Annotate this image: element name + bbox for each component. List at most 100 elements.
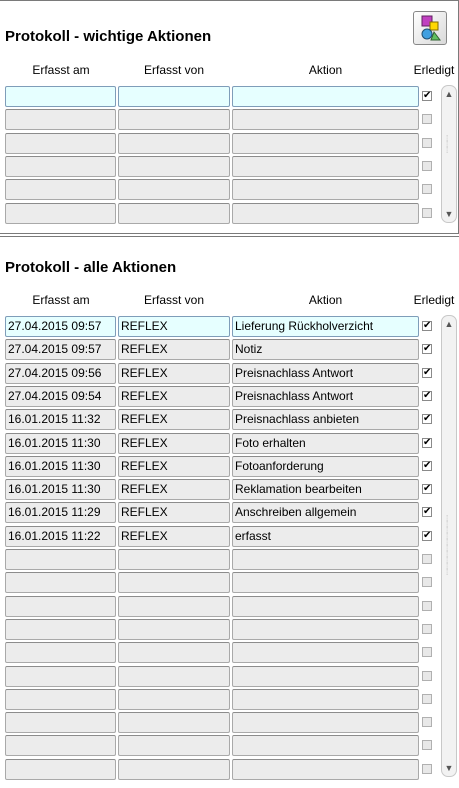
checkbox-erledigt[interactable]: ✔ xyxy=(422,460,432,471)
cell-aktion[interactable] xyxy=(232,665,419,687)
cell-erfasst-von[interactable] xyxy=(118,642,230,664)
checkbox-erledigt[interactable] xyxy=(422,577,432,588)
cell-erfasst-von[interactable] xyxy=(118,735,230,757)
cell-aktion[interactable] xyxy=(232,688,419,710)
cell-erfasst-von[interactable]: REFLEX xyxy=(118,455,230,477)
checkbox-erledigt[interactable]: ✔ xyxy=(422,91,432,101)
cell-erfasst-am[interactable]: 16.01.2015 11:30 xyxy=(5,455,116,477)
checkbox-erledigt[interactable] xyxy=(422,763,432,774)
checkbox-erledigt[interactable] xyxy=(422,184,432,195)
cell-aktion[interactable] xyxy=(232,642,419,664)
cell-aktion[interactable] xyxy=(232,109,419,131)
scroll-up-icon[interactable]: ▲ xyxy=(443,87,455,101)
checkbox-erledigt[interactable] xyxy=(422,623,432,634)
cell-aktion[interactable]: Lieferung Rückholverzicht xyxy=(232,316,419,337)
scrollbar[interactable]: ▲ ⁞ ⁞ ⁞ ▼ xyxy=(441,85,457,223)
checkbox-erledigt[interactable]: ✔ xyxy=(422,321,432,331)
cell-erfasst-am[interactable]: 16.01.2015 11:22 xyxy=(5,525,116,547)
checkbox-erledigt[interactable] xyxy=(422,693,432,704)
cell-erfasst-am[interactable] xyxy=(5,132,116,154)
cell-erfasst-von[interactable] xyxy=(118,595,230,617)
cell-erfasst-am[interactable]: 16.01.2015 11:30 xyxy=(5,479,116,501)
cell-erfasst-von[interactable] xyxy=(118,618,230,640)
cell-erfasst-von[interactable]: REFLEX xyxy=(118,502,230,524)
app-logo-icon[interactable] xyxy=(413,11,447,45)
cell-aktion[interactable] xyxy=(232,735,419,757)
cell-erfasst-am[interactable] xyxy=(5,642,116,664)
cell-aktion[interactable]: Notiz xyxy=(232,339,419,361)
checkbox-erledigt[interactable] xyxy=(422,554,432,564)
cell-aktion[interactable]: Foto erhalten xyxy=(232,432,419,454)
cell-aktion[interactable] xyxy=(232,712,419,734)
cell-erfasst-von[interactable] xyxy=(118,665,230,687)
cell-erfasst-am[interactable] xyxy=(5,665,116,687)
cell-erfasst-von[interactable] xyxy=(118,86,230,107)
cell-erfasst-am[interactable] xyxy=(5,155,116,177)
cell-erfasst-am[interactable]: 16.01.2015 11:29 xyxy=(5,502,116,524)
cell-erfasst-von[interactable] xyxy=(118,688,230,710)
cell-aktion[interactable]: erfasst xyxy=(232,525,419,547)
checkbox-erledigt[interactable] xyxy=(422,160,432,171)
cell-aktion[interactable] xyxy=(232,86,419,107)
cell-erfasst-am[interactable]: 27.04.2015 09:57 xyxy=(5,316,116,337)
checkbox-erledigt[interactable]: ✔ xyxy=(422,414,432,425)
cell-erfasst-von[interactable] xyxy=(118,202,230,224)
cell-aktion[interactable] xyxy=(232,155,419,177)
cell-aktion[interactable] xyxy=(232,595,419,617)
cell-erfasst-am[interactable] xyxy=(5,688,116,710)
checkbox-erledigt[interactable]: ✔ xyxy=(422,437,432,448)
cell-erfasst-am[interactable] xyxy=(5,109,116,131)
cell-erfasst-von[interactable] xyxy=(118,758,230,780)
cell-erfasst-am[interactable]: 27.04.2015 09:56 xyxy=(5,362,116,384)
cell-erfasst-von[interactable] xyxy=(118,572,230,594)
cell-erfasst-am[interactable] xyxy=(5,549,116,570)
cell-erfasst-von[interactable] xyxy=(118,109,230,131)
cell-aktion[interactable]: Preisnachlass anbieten xyxy=(232,409,419,431)
checkbox-erledigt[interactable] xyxy=(422,717,432,728)
checkbox-erledigt[interactable]: ✔ xyxy=(422,530,432,541)
cell-erfasst-am[interactable]: 16.01.2015 11:32 xyxy=(5,409,116,431)
scroll-down-icon[interactable]: ▼ xyxy=(443,207,455,221)
checkbox-erledigt[interactable] xyxy=(422,600,432,611)
checkbox-erledigt[interactable]: ✔ xyxy=(422,484,432,495)
checkbox-erledigt[interactable] xyxy=(422,670,432,681)
cell-erfasst-von[interactable]: REFLEX xyxy=(118,525,230,547)
cell-erfasst-am[interactable]: 27.04.2015 09:54 xyxy=(5,385,116,407)
cell-erfasst-von[interactable] xyxy=(118,179,230,201)
cell-erfasst-am[interactable]: 16.01.2015 11:30 xyxy=(5,432,116,454)
cell-erfasst-von[interactable]: REFLEX xyxy=(118,385,230,407)
checkbox-erledigt[interactable]: ✔ xyxy=(422,344,432,355)
cell-aktion[interactable] xyxy=(232,549,419,570)
cell-aktion[interactable] xyxy=(232,202,419,224)
checkbox-erledigt[interactable] xyxy=(422,207,432,218)
cell-aktion[interactable]: Preisnachlass Antwort xyxy=(232,362,419,384)
checkbox-erledigt[interactable] xyxy=(422,137,432,148)
cell-aktion[interactable] xyxy=(232,179,419,201)
cell-aktion[interactable] xyxy=(232,618,419,640)
cell-erfasst-von[interactable]: REFLEX xyxy=(118,409,230,431)
cell-erfasst-von[interactable] xyxy=(118,132,230,154)
cell-erfasst-von[interactable]: REFLEX xyxy=(118,432,230,454)
checkbox-erledigt[interactable] xyxy=(422,647,432,658)
cell-aktion[interactable]: Reklamation bearbeiten xyxy=(232,479,419,501)
cell-erfasst-am[interactable]: 27.04.2015 09:57 xyxy=(5,339,116,361)
cell-aktion[interactable] xyxy=(232,132,419,154)
cell-erfasst-von[interactable] xyxy=(118,712,230,734)
checkbox-erledigt[interactable] xyxy=(422,114,432,125)
cell-erfasst-am[interactable] xyxy=(5,595,116,617)
checkbox-erledigt[interactable]: ✔ xyxy=(422,507,432,518)
cell-erfasst-von[interactable]: REFLEX xyxy=(118,339,230,361)
cell-erfasst-von[interactable] xyxy=(118,549,230,570)
cell-erfasst-von[interactable]: REFLEX xyxy=(118,316,230,337)
cell-aktion[interactable]: Anschreiben allgemein xyxy=(232,502,419,524)
cell-erfasst-am[interactable] xyxy=(5,86,116,107)
cell-aktion[interactable]: Fotoanforderung xyxy=(232,455,419,477)
cell-erfasst-am[interactable] xyxy=(5,618,116,640)
cell-erfasst-am[interactable] xyxy=(5,202,116,224)
checkbox-erledigt[interactable]: ✔ xyxy=(422,367,432,378)
checkbox-erledigt[interactable]: ✔ xyxy=(422,390,432,401)
cell-aktion[interactable] xyxy=(232,758,419,780)
cell-aktion[interactable]: Preisnachlass Antwort xyxy=(232,385,419,407)
scroll-down-icon[interactable]: ▼ xyxy=(443,761,455,775)
cell-erfasst-von[interactable]: REFLEX xyxy=(118,362,230,384)
